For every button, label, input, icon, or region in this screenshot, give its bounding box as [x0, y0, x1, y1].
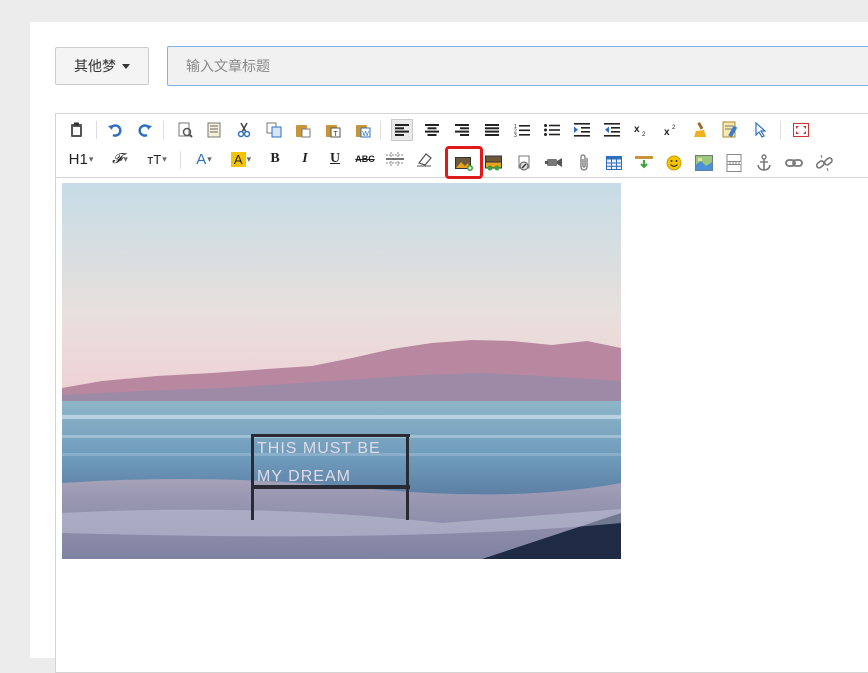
separator [380, 121, 381, 139]
unordered-list-icon[interactable] [541, 119, 563, 141]
flash-icon[interactable] [513, 152, 535, 174]
highlight-annotation-box [445, 146, 483, 179]
svg-text:3: 3 [514, 133, 517, 137]
align-justify-icon[interactable] [481, 119, 503, 141]
format-clear-icon[interactable] [720, 119, 742, 141]
article-title-input[interactable] [167, 46, 868, 86]
eraser-icon[interactable] [414, 148, 436, 170]
svg-text:W: W [362, 131, 369, 138]
page-card: 其他梦 输入文章标题 T W 1 2 3 x 2 x 2 H1 ▾ 𝓕 ▾ тT… [30, 22, 868, 673]
svg-text:x: x [664, 127, 670, 137]
link-icon[interactable] [783, 152, 805, 174]
svg-text:T: T [333, 131, 338, 138]
insert-code-icon[interactable] [633, 152, 655, 174]
attachment-icon[interactable] [573, 152, 595, 174]
redo-icon[interactable] [134, 119, 156, 141]
italic-icon[interactable]: I [294, 148, 316, 170]
template-icon[interactable] [203, 119, 225, 141]
italic-label: I [302, 151, 308, 166]
undo-icon[interactable] [104, 119, 126, 141]
align-left-icon[interactable] [391, 119, 413, 141]
beach-photo: THIS MUST BE MY DREAM [62, 183, 621, 559]
separator [180, 151, 181, 169]
underline-label: U [329, 151, 341, 166]
preview-icon[interactable] [174, 119, 196, 141]
editor-toolbar: T W 123 x 2 x 2 H1 ▾ 𝓕 ▾ тT ▾ A ▾ A ▾ B … [56, 114, 868, 179]
font-size-icon[interactable]: тT ▾ [142, 148, 172, 170]
paste-icon[interactable] [292, 119, 314, 141]
caret-down-icon [122, 63, 130, 69]
fullscreen-icon[interactable] [790, 119, 812, 141]
sign-text-line1: THIS MUST BE [257, 440, 381, 457]
cut-icon[interactable] [233, 119, 255, 141]
strikethrough-label: ABC [355, 154, 375, 164]
category-label: 其他梦 [74, 58, 116, 74]
separator [96, 121, 97, 139]
category-dropdown-button[interactable]: 其他梦 [55, 47, 149, 85]
bold-icon[interactable]: B [264, 148, 286, 170]
emoticon-icon[interactable] [663, 152, 685, 174]
map-icon[interactable] [693, 152, 715, 174]
unlink-icon[interactable] [813, 152, 835, 174]
paste-word-icon[interactable]: W [352, 119, 374, 141]
bold-label: B [270, 151, 280, 166]
rich-text-editor: T W 123 x 2 x 2 H1 ▾ 𝓕 ▾ тT ▾ A ▾ A ▾ B … [55, 113, 868, 673]
indent-icon[interactable] [571, 119, 593, 141]
svg-text:2: 2 [642, 132, 646, 137]
superscript-icon[interactable]: x2 [661, 119, 683, 141]
separator [163, 121, 164, 139]
font-color-icon[interactable]: A ▾ [190, 148, 218, 170]
highlight-color-icon[interactable]: A ▾ [226, 148, 256, 170]
video-icon[interactable] [543, 152, 565, 174]
multi-image-icon[interactable] [483, 152, 505, 174]
table-icon[interactable] [603, 152, 625, 174]
strikethrough-icon[interactable]: ABC [354, 148, 376, 170]
font-family-icon[interactable]: 𝓕 ▾ [106, 148, 134, 170]
svg-text:2: 2 [672, 125, 676, 131]
clipboard-icon[interactable] [66, 119, 88, 141]
anchor-icon[interactable] [753, 152, 775, 174]
separator [780, 121, 781, 139]
heading-label: H1 [68, 150, 88, 168]
select-all-icon[interactable] [750, 119, 772, 141]
paste-text-icon[interactable]: T [322, 119, 344, 141]
align-right-icon[interactable] [451, 119, 473, 141]
copy-icon[interactable] [263, 119, 285, 141]
subscript-icon[interactable]: x2 [631, 119, 653, 141]
font-size-label: тT [147, 151, 162, 167]
heading-icon[interactable]: H1 ▾ [64, 148, 98, 170]
font-family-label: 𝓕 [112, 151, 123, 167]
underline-icon[interactable]: U [324, 148, 346, 170]
outdent-icon[interactable] [601, 119, 623, 141]
sign-text-line2: MY DREAM [257, 468, 351, 485]
horizontal-rule-icon[interactable] [384, 148, 406, 170]
page-break-icon[interactable] [723, 152, 745, 174]
svg-text:x: x [634, 124, 640, 135]
align-center-icon[interactable] [421, 119, 443, 141]
format-brush-icon[interactable] [690, 119, 712, 141]
editor-content[interactable]: THIS MUST BE MY DREAM [62, 183, 621, 559]
ordered-list-icon[interactable]: 123 [511, 119, 533, 141]
